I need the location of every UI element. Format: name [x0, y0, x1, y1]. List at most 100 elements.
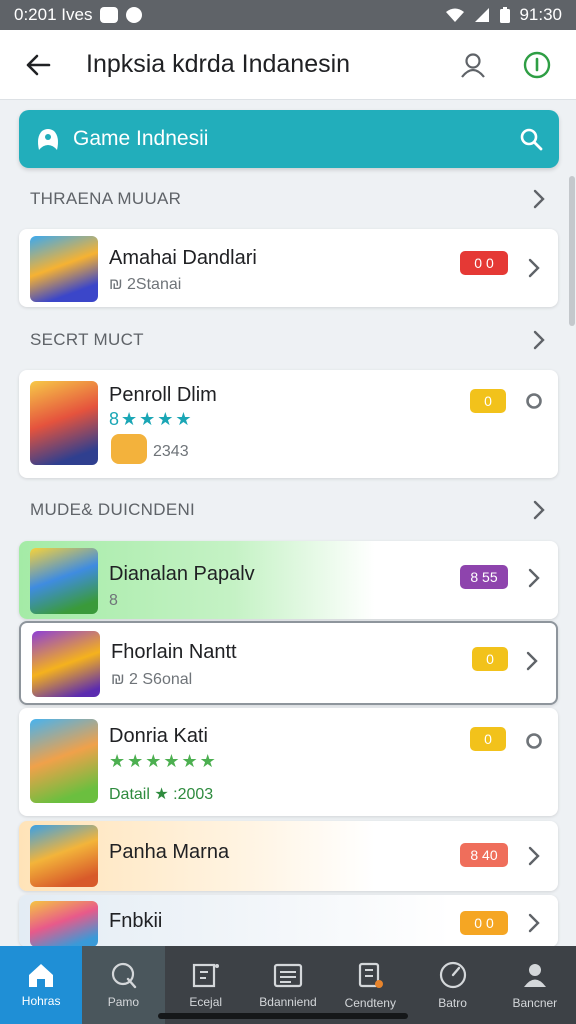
section-header-3[interactable]: MUDE& DUICNDENI [30, 495, 546, 525]
message-notification-icon [126, 7, 143, 23]
game-thumbnail-3 [30, 548, 98, 614]
chevron-right-icon [533, 189, 545, 209]
game-badge: 8 55 [460, 565, 508, 589]
chevron-right-icon [526, 651, 538, 671]
card-chevron [524, 258, 544, 278]
status-time-left: 0:201 Ives [14, 5, 93, 24]
home-indicator[interactable] [158, 1013, 408, 1019]
game-thumbnail-2 [30, 381, 98, 465]
nav-item-search[interactable]: Pamo [82, 946, 165, 1024]
nav-label: Bancner [512, 996, 558, 1010]
nav-label: Batro [438, 996, 467, 1010]
game-name: Fnbkii [109, 910, 163, 932]
game-card-4[interactable]: Fhorlain Nantt ₪ 2 S6onal 0 [19, 621, 558, 705]
battery-icon [500, 7, 511, 23]
image-notification-icon [100, 7, 119, 23]
game-card-3[interactable]: Dianalan Papalv 8 8 55 [19, 541, 558, 619]
chevron-right-icon [528, 258, 540, 278]
card-more[interactable] [524, 731, 544, 751]
card-chevron [524, 568, 544, 588]
game-controller-icon [38, 129, 58, 150]
power-button[interactable] [512, 40, 562, 90]
status-time-right: 91:30 [519, 5, 562, 24]
game-badge: 0 [472, 647, 508, 671]
chevron-right-icon [533, 500, 545, 520]
game-thumbnail-7 [30, 901, 98, 947]
card-chevron [522, 651, 542, 671]
search-bar[interactable]: Game Indnesii [19, 110, 559, 168]
game-meta: 8 [109, 592, 118, 609]
status-right: 91:30 [445, 5, 562, 25]
section-header-2[interactable]: SECRT MUCT [30, 325, 546, 355]
app-bar: Inpksia kdrda Indanesin [0, 30, 576, 100]
game-meta: ₪ 2 S6onal [111, 671, 193, 688]
search-label: Game Indnesii [73, 127, 209, 150]
nav-item-home[interactable]: Hohras [0, 946, 83, 1024]
nav-item-profile[interactable]: Bancner [494, 946, 576, 1024]
game-badge: 0 0 [460, 251, 508, 275]
game-name: Panha Marna [109, 841, 230, 863]
nav-label: Bdanniend [259, 995, 317, 1009]
game-badge: 0 [470, 727, 506, 751]
game-name: Donria Kati [109, 725, 208, 747]
account-button[interactable] [448, 40, 498, 90]
game-badge: 0 [470, 389, 506, 413]
section-title: THRAENA MUUAR [30, 189, 182, 208]
signal-icon [475, 8, 490, 22]
game-name: Amahai Dandlari [109, 247, 257, 269]
section-header-1[interactable]: THRAENA MUUAR [30, 184, 546, 214]
nav-label: Hohras [21, 994, 61, 1008]
game-thumbnail-4 [32, 631, 100, 697]
game-card-5[interactable]: Donria Kati ★★★★★★ Datail ★ :2003 0 [19, 708, 558, 816]
profile-icon [523, 964, 546, 987]
scrollbar-thumb[interactable] [569, 176, 575, 326]
circle-icon [526, 393, 542, 409]
status-bar: 0:201 Ives 91:30 [0, 0, 576, 30]
ticket-icon [359, 962, 384, 988]
card-more[interactable] [524, 391, 544, 411]
chevron-right-icon [528, 846, 540, 866]
chevron-right-icon [533, 330, 545, 350]
timer-icon [439, 961, 466, 989]
game-name: Fhorlain Nantt [111, 641, 237, 663]
nav-label: Ecejal [189, 995, 223, 1009]
nav-label: Cendteny [344, 996, 396, 1010]
section-title: MUDE& DUICNDENI [30, 500, 196, 519]
picture-frame-icon [192, 963, 219, 988]
game-rating: ★★★★★★ [109, 751, 218, 771]
nav-item-timer[interactable]: Batro [411, 946, 493, 1024]
game-card-7[interactable]: Fnbkii 0 0 [19, 895, 558, 947]
back-arrow-icon [26, 54, 51, 75]
game-card-2[interactable]: Penroll Dlim 8★★★★ 2343 0 [19, 370, 558, 478]
search-icon [520, 128, 543, 151]
circle-icon [526, 733, 542, 749]
game-badge: 0 0 [460, 911, 508, 935]
power-icon [523, 51, 551, 78]
game-thumbnail-1 [30, 236, 98, 302]
page-title: Inpksia kdrda Indanesin [86, 50, 351, 78]
game-card-6[interactable]: Panha Marna 8 40 [19, 821, 558, 891]
search-icon [112, 962, 137, 989]
game-thumbnail-6 [30, 825, 98, 887]
person-icon [461, 52, 485, 78]
chevron-right-icon [528, 913, 540, 933]
game-rating: 8★★★★ [109, 409, 194, 429]
game-name: Penroll Dlim [109, 384, 217, 406]
game-meta: ₪ 2Stanai [109, 276, 182, 293]
list-icon [273, 963, 303, 988]
game-name: Dianalan Papalv [109, 563, 255, 585]
nav-label: Pamo [107, 995, 140, 1009]
game-meta: 2343 [153, 443, 189, 460]
game-card-1[interactable]: Amahai Dandlari ₪ 2Stanai 0 0 [19, 229, 558, 307]
status-left: 0:201 Ives [14, 5, 143, 25]
game-thumbnail-5 [30, 719, 98, 803]
wifi-icon [446, 8, 465, 22]
back-button[interactable] [10, 37, 66, 93]
home-icon [29, 964, 54, 987]
game-meta: Datail ★ :2003 [109, 786, 214, 803]
game-mascot-icon [111, 434, 147, 464]
section-title: SECRT MUCT [30, 330, 144, 349]
game-badge: 8 40 [460, 843, 508, 867]
card-chevron [524, 913, 544, 933]
card-chevron [524, 846, 544, 866]
